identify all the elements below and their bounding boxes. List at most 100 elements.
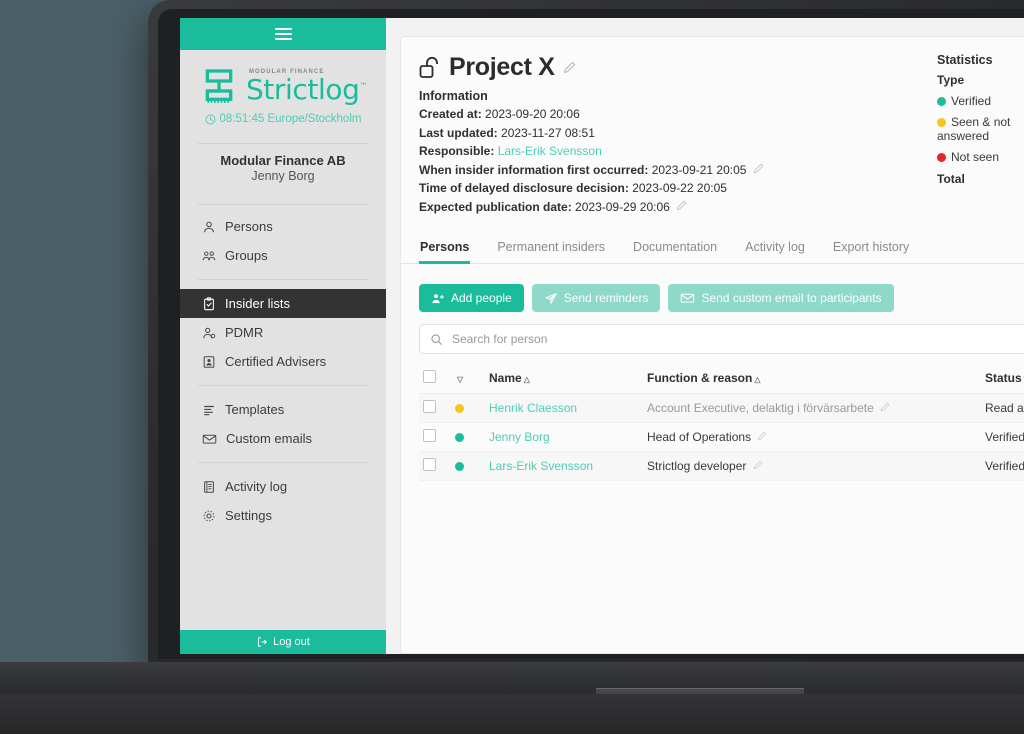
row-function-cell: Account Executive, delaktig i förvärsarb… (643, 393, 981, 423)
status-dot (455, 404, 464, 413)
select-all-header[interactable] (419, 364, 451, 394)
statistics-total-row: Total 3 100 (937, 167, 1024, 190)
search-box[interactable] (419, 324, 1024, 354)
open-padlock-icon (419, 56, 438, 78)
sidebar-item-custom-emails[interactable]: Custom emails (180, 424, 386, 453)
tab-permanent-insiders[interactable]: Permanent insiders (496, 234, 606, 264)
row-checkbox[interactable] (423, 400, 436, 413)
table-row[interactable]: Jenny Borg Head of Operations Verified 2… (419, 422, 1024, 452)
pencil-icon[interactable] (753, 163, 764, 174)
send-reminders-button[interactable]: Send reminders (531, 284, 661, 312)
information-block: Project X Information Created at: 2023-0… (419, 53, 764, 218)
tab-export-history[interactable]: Export history (832, 234, 910, 264)
responsible-person-link[interactable]: Lars-Erik Svensson (498, 144, 602, 158)
statistics-row: Not seen 0 0 (937, 146, 1024, 167)
pencil-icon[interactable] (563, 61, 576, 74)
row-status-dot-cell (451, 393, 485, 423)
envelope-icon (202, 434, 217, 444)
chevron-down-icon[interactable]: ▽ (457, 375, 463, 384)
tab-activity-log[interactable]: Activity log (744, 234, 806, 264)
send-custom-email-button[interactable]: Send custom email to participants (668, 284, 894, 312)
nav-group: Templates Custom emails (180, 390, 386, 458)
function-header-label: Function & reason (647, 371, 753, 385)
row-name-cell[interactable]: Henrik Claesson (485, 393, 643, 423)
sidebar-item-settings[interactable]: Settings (180, 501, 386, 530)
table-row[interactable]: Henrik Claesson Account Executive, delak… (419, 393, 1024, 423)
sidebar-item-insider-lists[interactable]: Insider lists (180, 289, 386, 318)
table-row[interactable]: Lars-Erik Svensson Strictlog developer V… (419, 451, 1024, 481)
person-name-link[interactable]: Henrik Claesson (489, 401, 577, 415)
select-all-checkbox[interactable] (423, 370, 436, 383)
row-checkbox[interactable] (423, 458, 436, 471)
brand-block: MODULAR FINANCE Strictlog™ 08:51:45 Euro… (180, 50, 386, 133)
sidebar-item-label: PDMR (225, 325, 264, 340)
pencil-icon[interactable] (757, 431, 767, 441)
tab-documentation[interactable]: Documentation (632, 234, 718, 264)
stats-type-cell: Verified (937, 90, 1024, 111)
persons-table: ▽ Name△ Function & reason△ Status▽ Henri… (419, 364, 1024, 481)
row-name-cell[interactable]: Lars-Erik Svensson (485, 451, 643, 481)
sidebar-item-label: Certified Advisers (225, 354, 327, 369)
status-dot-verified (937, 96, 946, 106)
info-label: Created at: (419, 107, 482, 121)
main-content: Project X Information Created at: 2023-0… (386, 18, 1024, 654)
sidebar-item-persons[interactable]: Persons (180, 212, 386, 241)
laptop-base-lower (0, 694, 1024, 734)
sidebar-item-label: Settings (225, 508, 272, 523)
pencil-icon[interactable] (676, 200, 687, 211)
strictlog-logo-icon (205, 69, 233, 103)
row-checkbox[interactable] (423, 429, 436, 442)
info-label: When insider information first occurred: (419, 162, 649, 177)
pencil-icon[interactable] (880, 402, 890, 412)
sidebar-item-activity-log[interactable]: Activity log (180, 472, 386, 501)
row-function-cell: Head of Operations (643, 422, 981, 452)
status-header[interactable]: Status▽ (981, 364, 1024, 394)
trademark-symbol: ™ (359, 81, 368, 91)
search-icon (431, 333, 442, 345)
sidebar-item-certified-advisers[interactable]: Certified Advisers (180, 347, 386, 376)
info-label: Time of delayed disclosure decision: (419, 181, 629, 195)
pencil-icon[interactable] (753, 460, 763, 470)
function-text: Head of Operations (647, 430, 752, 444)
clipboard-check-icon (204, 296, 214, 310)
info-label: Responsible: (419, 144, 495, 158)
add-people-label: Add people (451, 291, 512, 305)
stats-label: Not seen (951, 149, 1000, 164)
logout-button[interactable]: Log out (180, 630, 386, 654)
send-reminders-label: Send reminders (563, 291, 649, 305)
group-icon (202, 250, 216, 260)
tab-persons[interactable]: Persons (419, 234, 471, 264)
statistics-row: Seen & not answered 1 33.33 (937, 111, 1024, 146)
nav-separator (198, 462, 368, 463)
tab-bar: Persons Permanent insiders Documentation… (401, 234, 1024, 264)
row-checkbox-cell[interactable] (419, 451, 451, 481)
person-plus-icon (432, 293, 444, 303)
row-checkbox-cell[interactable] (419, 422, 451, 452)
row-checkbox-cell[interactable] (419, 393, 451, 423)
organization-name: Modular Finance AB (220, 153, 346, 168)
add-people-button[interactable]: Add people (419, 284, 524, 312)
nav-group: Insider lists PDMR Certified Advisers (180, 284, 386, 381)
function-header[interactable]: Function & reason △ (643, 364, 981, 394)
sidebar-item-groups[interactable]: Groups (180, 241, 386, 270)
info-value: 2023-09-20 20:06 (485, 107, 580, 121)
sidebar-item-templates[interactable]: Templates (180, 395, 386, 424)
organization-block: Modular Finance AB Jenny Borg (180, 144, 386, 194)
sidebar-nav: Persons Groups Insider lists PDMR Certif… (180, 205, 386, 535)
content-card: Project X Information Created at: 2023-0… (400, 36, 1024, 654)
row-name-cell[interactable]: Jenny Borg (485, 422, 643, 452)
search-input[interactable] (450, 331, 1024, 347)
clock-display: 08:51:45 Europe/Stockholm (180, 113, 386, 125)
info-value: 2023-11-27 08:51 (501, 125, 595, 140)
person-icon (204, 221, 214, 232)
person-name-link[interactable]: Jenny Borg (489, 430, 550, 444)
person-name-link[interactable]: Lars-Erik Svensson (489, 459, 593, 473)
nav-group: Activity log Settings (180, 467, 386, 535)
row-status-cell: Verified 2023-09-21 (981, 422, 1024, 452)
name-header[interactable]: Name △ (485, 364, 643, 394)
application-window: MODULAR FINANCE Strictlog™ 08:51:45 Euro… (180, 18, 1024, 654)
sidebar-item-pdmr[interactable]: PDMR (180, 318, 386, 347)
name-header-label: Name (489, 371, 522, 385)
status-dot-header[interactable]: ▽ (451, 364, 485, 394)
hamburger-icon[interactable] (274, 25, 292, 43)
